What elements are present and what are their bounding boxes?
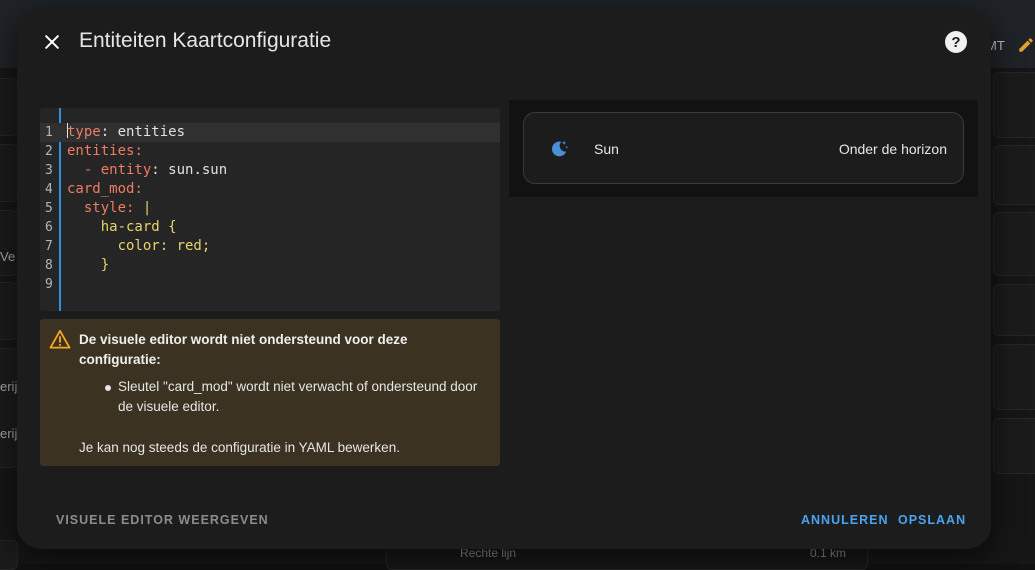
entity-state[interactable]: Onder de horizon xyxy=(839,141,947,157)
yaml-key: style xyxy=(84,200,126,216)
background-partial-text: erij xyxy=(0,379,17,394)
weather-night-icon[interactable] xyxy=(548,138,570,160)
code-line[interactable]: 2 entities: xyxy=(40,142,500,161)
code-line[interactable]: 3 - entity: sun.sun xyxy=(40,161,500,180)
background-card xyxy=(993,418,1035,474)
background-card xyxy=(0,348,18,468)
yaml-separator: : xyxy=(134,181,142,197)
background-card xyxy=(0,144,18,202)
background-card xyxy=(0,540,18,570)
cancel-button[interactable]: ANNULEREN xyxy=(801,513,888,527)
yaml-value: entities xyxy=(118,124,185,140)
background-card xyxy=(0,282,18,340)
close-button[interactable] xyxy=(39,29,65,55)
bullet-dot xyxy=(105,385,111,391)
background-card xyxy=(993,284,1035,336)
entity-name[interactable]: Sun xyxy=(594,141,619,157)
yaml-text: } xyxy=(101,257,109,273)
yaml-value: sun.sun xyxy=(168,162,227,178)
yaml-separator: : xyxy=(151,162,168,178)
pencil-icon xyxy=(1017,36,1035,54)
line-number: 1 xyxy=(45,123,57,142)
line-number: 4 xyxy=(45,180,57,199)
dialog-title: Entiteiten Kaartconfiguratie xyxy=(79,29,331,53)
warning-icon xyxy=(49,329,71,349)
yaml-key: card_mod xyxy=(67,181,134,197)
line-number: 9 xyxy=(45,275,57,294)
background-card xyxy=(993,72,1035,138)
code-line[interactable]: 7 color: red; xyxy=(40,237,500,256)
help-icon[interactable]: ? xyxy=(945,31,967,53)
background-card xyxy=(0,210,18,276)
background-partial-text: Ve xyxy=(0,249,15,264)
yaml-prefix xyxy=(67,257,101,273)
background-card xyxy=(993,344,1035,410)
line-number: 7 xyxy=(45,237,57,256)
help-glyph: ? xyxy=(951,34,960,51)
code-line[interactable]: 4 card_mod: xyxy=(40,180,500,199)
yaml-key: type xyxy=(67,124,101,140)
code-line[interactable]: 1 type: entities xyxy=(40,123,500,142)
background-card xyxy=(0,78,18,136)
yaml-separator: : xyxy=(134,143,142,159)
yaml-prefix xyxy=(67,238,118,254)
close-icon xyxy=(42,32,62,52)
line-number: 6 xyxy=(45,218,57,237)
code-line[interactable]: 5 style: | xyxy=(40,199,500,218)
code-line[interactable]: 9 xyxy=(40,275,500,294)
yaml-prefix xyxy=(67,200,84,216)
yaml-text: color: red; xyxy=(118,238,211,254)
background-card xyxy=(993,212,1035,276)
background-partial-text: erij xyxy=(0,426,17,441)
yaml-separator: : xyxy=(101,124,118,140)
save-button[interactable]: OPSLAAN xyxy=(898,513,966,527)
line-number: 2 xyxy=(45,142,57,161)
yaml-key: entities xyxy=(67,143,134,159)
warning-item: Sleutel "card_mod" wordt niet verwacht o… xyxy=(118,377,488,417)
card-config-dialog: Entiteiten Kaartconfiguratie ? 1 type: e… xyxy=(17,7,991,549)
warning-footer: Je kan nog steeds de configuratie in YAM… xyxy=(79,440,400,455)
unsupported-editor-warning: De visuele editor wordt niet ondersteund… xyxy=(40,319,500,466)
yaml-prefix xyxy=(67,219,101,235)
yaml-text: ha-card { xyxy=(101,219,177,235)
code-line[interactable]: 8 } xyxy=(40,256,500,275)
yaml-key: entity xyxy=(101,162,152,178)
yaml-value: | xyxy=(143,200,151,216)
show-visual-editor-button[interactable]: VISUELE EDITOR WEERGEVEN xyxy=(56,513,269,527)
line-number: 5 xyxy=(45,199,57,218)
yaml-separator: : xyxy=(126,200,143,216)
background-card xyxy=(993,145,1035,205)
entities-card: Sun Onder de horizon xyxy=(523,112,964,184)
warning-title: De visuele editor wordt niet ondersteund… xyxy=(79,330,479,370)
yaml-code-editor[interactable]: 1 type: entities 2 entities: 3 - entity:… xyxy=(40,108,500,311)
card-preview: Sun Onder de horizon xyxy=(509,100,978,197)
line-number: 8 xyxy=(45,256,57,275)
line-number: 3 xyxy=(45,161,57,180)
code-line[interactable]: 6 ha-card { xyxy=(40,218,500,237)
yaml-prefix: - xyxy=(67,162,101,178)
